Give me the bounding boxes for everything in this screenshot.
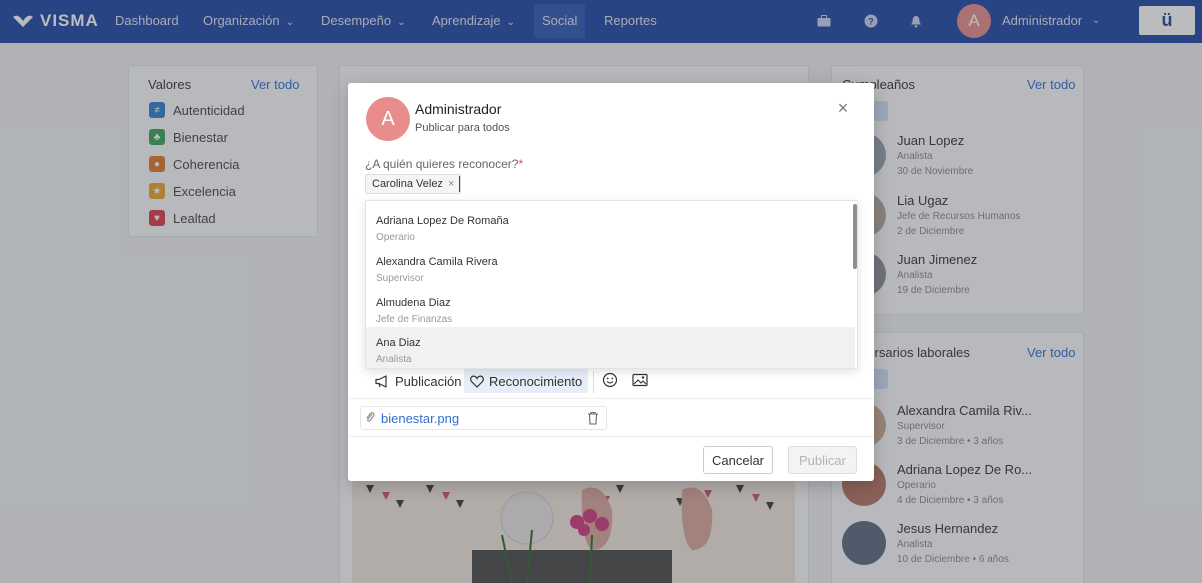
post-type-toolbar: Publicación Reconocimiento: [348, 365, 874, 399]
author-name: Administrador: [415, 101, 502, 117]
close-icon[interactable]: ×: [834, 99, 852, 117]
recipient-dropdown: Adriana Lopez De Romaña Operario Alexand…: [365, 200, 858, 369]
attachment-item: bienestar.png: [360, 406, 607, 430]
dropdown-scrollbar[interactable]: [853, 204, 857, 269]
publicacion-button[interactable]: Publicación: [369, 369, 468, 393]
recipient-search-input[interactable]: [459, 176, 460, 192]
selected-recipient-chip: Carolina Velez ×: [365, 174, 462, 194]
reconocimiento-button[interactable]: Reconocimiento: [464, 369, 589, 393]
publish-button[interactable]: Publicar: [788, 446, 857, 474]
recipient-question: ¿A quién quieres reconocer?*: [365, 157, 524, 171]
paperclip-icon: [365, 411, 375, 426]
toolbar-divider: [593, 371, 594, 393]
attachment-filename[interactable]: bienestar.png: [381, 411, 459, 426]
cancel-button[interactable]: Cancelar: [703, 446, 773, 474]
emoji-icon[interactable]: [602, 372, 620, 390]
dropdown-option[interactable]: Alexandra Camila Rivera Supervisor: [366, 246, 855, 287]
dropdown-option[interactable]: Ana Diaz Analista: [366, 327, 855, 368]
dropdown-option[interactable]: Adriana Lopez De Romaña Operario: [366, 205, 855, 246]
dropdown-option[interactable]: Almudena Diaz Jefe de Finanzas: [366, 287, 855, 328]
heart-outline-icon: [470, 375, 484, 388]
audience-label[interactable]: Publicar para todos: [415, 122, 510, 134]
remove-chip-icon[interactable]: ×: [448, 178, 454, 190]
image-icon[interactable]: [632, 372, 650, 390]
trash-icon[interactable]: [587, 411, 599, 425]
megaphone-icon: [375, 374, 387, 388]
footer-divider: [348, 436, 874, 437]
author-avatar: A: [366, 97, 410, 141]
